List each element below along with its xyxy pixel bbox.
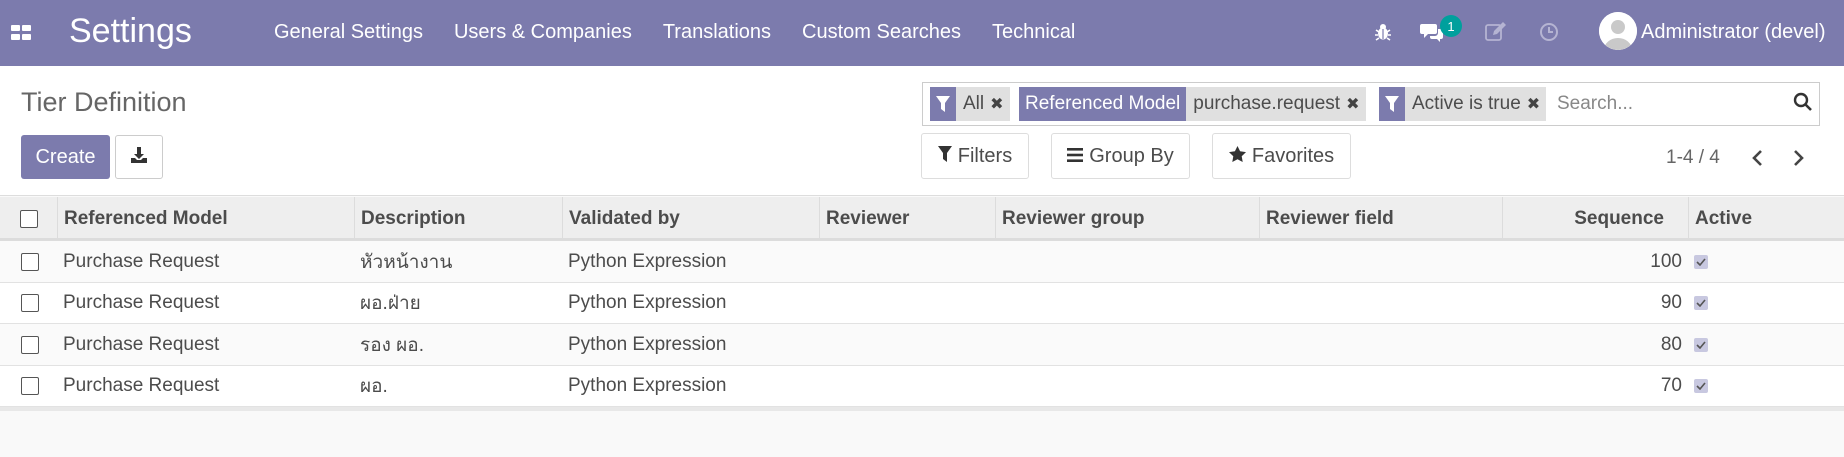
star-icon [1228, 145, 1246, 168]
top-navbar: Settings General Settings Users & Compan… [0, 0, 1844, 66]
search-box: All ✖ Referenced Model purchase.request ✖ … [922, 82, 1820, 126]
column-referenced-model[interactable]: Referenced Model [58, 197, 355, 241]
create-button[interactable]: Create [21, 135, 110, 179]
edit-note-icon[interactable] [1483, 18, 1509, 46]
cell-description: ผอ. [360, 376, 388, 397]
cell-validated-by: Python Expression [568, 292, 727, 313]
facet-remove-icon[interactable]: ✖ [1527, 94, 1540, 114]
user-avatar[interactable] [1599, 12, 1637, 50]
pager-value[interactable]: 1-4 / 4 [1666, 147, 1720, 169]
facet-value: All [963, 93, 985, 114]
download-icon [130, 146, 148, 169]
chevron-left-icon[interactable] [1746, 146, 1770, 170]
row-select-cell [21, 366, 39, 407]
cell-sequence: 80 [1660, 333, 1682, 355]
row-select-cell [21, 241, 39, 282]
row-checkbox[interactable] [21, 377, 39, 395]
cell-referenced-model: Purchase Request [63, 375, 220, 396]
cell-description: รอง ผอ. [360, 334, 424, 356]
facet-remove-icon[interactable]: ✖ [990, 94, 1003, 114]
cell-sequence: 100 [1650, 250, 1682, 272]
favorites-button[interactable]: Favorites [1212, 133, 1351, 179]
table-row[interactable]: Purchase Request ผอ.ฝ่าย Python Expressi… [0, 283, 1844, 324]
select-all-checkbox[interactable] [19, 210, 38, 228]
filters-label: Filters [957, 144, 1013, 167]
cell-description: หัวหน้างาน [360, 251, 453, 273]
filter-icon [930, 87, 956, 121]
active-checkbox [1694, 337, 1708, 352]
column-reviewer-field[interactable]: Reviewer field [1260, 197, 1503, 241]
column-description[interactable]: Description [355, 197, 563, 241]
cell-validated-by: Python Expression [568, 375, 727, 396]
export-button[interactable] [115, 135, 163, 179]
cell-description: ผอ.ฝ่าย [360, 293, 421, 314]
column-sequence[interactable]: Sequence [1503, 197, 1689, 241]
bug-icon[interactable] [1370, 18, 1396, 46]
table-body: Purchase Request หัวหน้างาน Python Expre… [0, 241, 1844, 407]
cell-sequence: 70 [1660, 375, 1682, 396]
row-select-cell [21, 324, 39, 365]
row-checkbox[interactable] [21, 294, 39, 312]
cell-validated-by: Python Expression [568, 250, 727, 272]
active-checkbox [1694, 296, 1708, 310]
activity-clock-icon[interactable] [1536, 18, 1562, 46]
favorites-label: Favorites [1251, 144, 1335, 167]
apps-menu-icon[interactable] [11, 25, 31, 40]
control-panel: Tier Definition Create All ✖ Referenced M… [0, 66, 1844, 196]
top-menu: General Settings Users & Companies Trans… [274, 21, 1106, 44]
column-reviewer-group[interactable]: Reviewer group [996, 197, 1260, 241]
facet-filter-all: All ✖ [930, 87, 1010, 121]
search-icon[interactable] [1793, 92, 1815, 116]
menu-translations[interactable]: Translations [663, 21, 771, 44]
row-checkbox[interactable] [21, 335, 39, 354]
column-reviewer[interactable]: Reviewer [820, 197, 996, 241]
cell-active [1694, 283, 1708, 324]
group-by-button[interactable]: Group By [1051, 133, 1190, 179]
app-title[interactable]: Settings [69, 12, 192, 51]
table-row[interactable]: Purchase Request ผอ. Python Expression 7… [0, 366, 1844, 407]
filter-icon [937, 145, 952, 168]
table-footer-divider [0, 407, 1844, 411]
active-checkbox [1694, 254, 1708, 269]
list-view-table: Referenced Model Description Validated b… [0, 197, 1844, 407]
filters-button[interactable]: Filters [921, 133, 1029, 179]
cell-referenced-model: Purchase Request [63, 250, 220, 272]
cell-referenced-model: Purchase Request [63, 292, 220, 313]
facet-value: purchase.request [1193, 93, 1341, 114]
cell-referenced-model: Purchase Request [63, 333, 220, 355]
column-validated-by[interactable]: Validated by [563, 197, 820, 241]
facet-filter-active: Active is true ✖ [1379, 87, 1547, 121]
menu-general-settings[interactable]: General Settings [274, 21, 423, 44]
facet-remove-icon[interactable]: ✖ [1346, 94, 1359, 114]
cell-active [1694, 324, 1708, 365]
table-header: Referenced Model Description Validated b… [0, 197, 1844, 241]
cell-sequence: 90 [1660, 292, 1682, 313]
row-select-cell [21, 283, 39, 324]
column-active[interactable]: Active [1689, 197, 1844, 241]
chevron-right-icon[interactable] [1786, 146, 1810, 170]
filter-icon [1379, 87, 1405, 121]
table-row[interactable]: Purchase Request หัวหน้างาน Python Expre… [0, 241, 1844, 283]
menu-custom-searches[interactable]: Custom Searches [802, 21, 961, 44]
search-input[interactable] [1557, 89, 1787, 119]
menu-technical[interactable]: Technical [992, 21, 1075, 44]
select-all-cell [0, 197, 58, 241]
page-title: Tier Definition [21, 87, 187, 117]
facet-value: Active is true [1412, 93, 1521, 114]
table-row[interactable]: Purchase Request รอง ผอ. Python Expressi… [0, 324, 1844, 366]
menu-users-companies[interactable]: Users & Companies [454, 21, 632, 44]
cell-active [1694, 366, 1708, 407]
cell-active [1694, 241, 1708, 282]
user-menu[interactable]: Administrator (devel) [1641, 21, 1826, 44]
list-icon [1067, 145, 1084, 168]
group-by-label: Group By [1089, 144, 1174, 167]
active-checkbox [1694, 379, 1708, 393]
facet-label: Referenced Model [1019, 87, 1187, 121]
messages-badge: 1 [1440, 15, 1462, 37]
row-checkbox[interactable] [21, 252, 39, 271]
facet-referenced-model: Referenced Model purchase.request ✖ [1019, 87, 1366, 121]
cell-validated-by: Python Expression [568, 333, 727, 355]
